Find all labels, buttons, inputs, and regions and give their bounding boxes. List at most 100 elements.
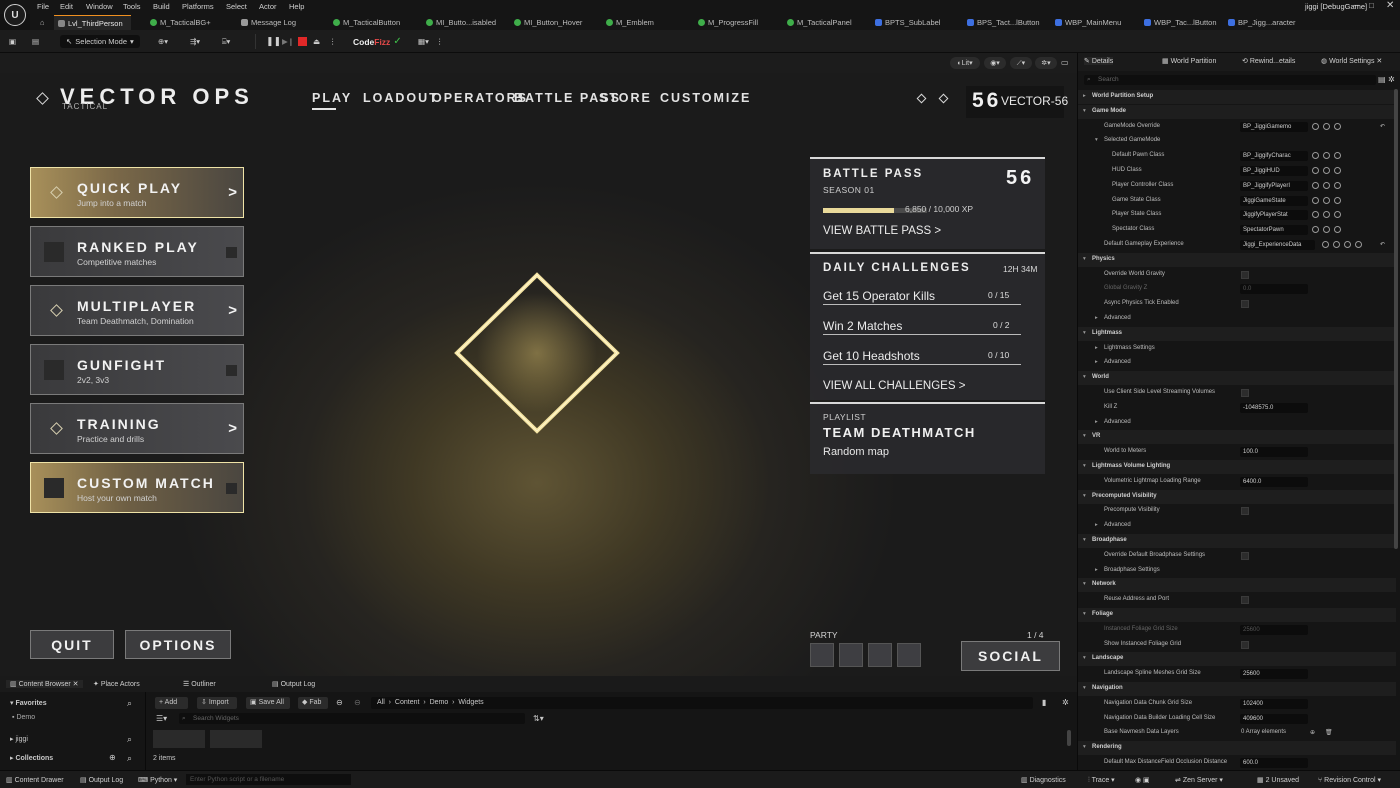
property-value-field[interactable]: 6400.0 xyxy=(1240,476,1308,487)
party-slot[interactable] xyxy=(810,643,834,667)
property-row[interactable]: Volumetric Lightmap Loading Range 6400.0 xyxy=(1078,475,1396,489)
property-row[interactable]: Override Default Broadphase Settings xyxy=(1078,549,1396,563)
asset-picker-icons[interactable] xyxy=(1312,211,1341,219)
add-element-icon[interactable]: ⊕ xyxy=(1310,729,1315,736)
level-viewport[interactable]: ◐ Lit ▾ ◉▾ ⟋▾ ✲▾ ▭ VECTOR OPS TACTICAL PLA… xyxy=(0,53,1077,676)
pause-icon[interactable]: ❚❚ xyxy=(266,35,281,48)
platforms-icon[interactable]: ▦▾ xyxy=(418,35,429,48)
chevron-right-icon[interactable]: ▸ xyxy=(1095,315,1098,321)
maximize-icon[interactable]: □ xyxy=(1369,1,1374,10)
property-row[interactable]: Override World Gravity xyxy=(1078,268,1396,282)
tab-message-log[interactable]: Message Log xyxy=(241,16,296,29)
property-value-field[interactable]: 0.0 xyxy=(1240,284,1308,295)
frame-skip-icon[interactable]: ▶❙ xyxy=(282,35,294,48)
property-category[interactable]: ▾ Rendering xyxy=(1078,741,1396,756)
asset-thumbnail[interactable] xyxy=(153,730,205,748)
browse-icon[interactable] xyxy=(1322,241,1329,248)
asset-picker-icons[interactable] xyxy=(1312,181,1341,189)
unsaved-button[interactable]: ▦ 2 Unsaved xyxy=(1257,776,1299,784)
chevron-down-icon[interactable]: ▾ xyxy=(1083,108,1086,114)
tab-asset[interactable]: M_TacticalPanel xyxy=(787,16,852,29)
tab-outliner[interactable]: ☰ Outliner xyxy=(183,680,216,688)
python-dropdown[interactable]: ⌨ Python ▾ xyxy=(138,776,177,784)
breadcrumb-item[interactable]: Widgets xyxy=(458,699,483,706)
settings-button[interactable]: ✲▾ xyxy=(1035,57,1057,69)
nav-store[interactable]: STORE xyxy=(599,91,652,105)
browse-icon[interactable] xyxy=(1355,241,1362,248)
options-button[interactable]: OPTIONS xyxy=(125,630,231,659)
property-category[interactable]: ▾ Game Mode xyxy=(1078,104,1396,119)
menu-platforms[interactable]: Platforms xyxy=(182,2,214,11)
breadcrumb-item[interactable]: Content xyxy=(395,699,420,706)
tab-asset[interactable]: M_TacticalButton xyxy=(333,16,400,29)
property-row[interactable]: Use Client Side Level Streaming Volumes xyxy=(1078,386,1396,400)
property-row[interactable]: World to Meters 100.0 xyxy=(1078,445,1396,459)
import-button[interactable]: ⇩ Import xyxy=(197,697,237,709)
tab-asset[interactable]: BPTS_SubLabel xyxy=(875,16,940,29)
multiplayer-button[interactable]: MULTIPLAYER Team Deathmatch, Domination … xyxy=(30,285,244,336)
view-battle-pass-link[interactable]: VIEW BATTLE PASS > xyxy=(823,225,941,237)
chevron-down-icon[interactable]: ▾ xyxy=(1083,374,1086,380)
chevron-down-icon[interactable]: ▾ xyxy=(1083,256,1086,262)
chevron-down-icon[interactable]: ▾ xyxy=(1083,581,1086,587)
property-value-field[interactable]: BP_JiggiHUD xyxy=(1240,166,1308,176)
cinematics-icon[interactable]: ⌸▾ xyxy=(222,35,230,48)
project-tree-jiggi[interactable]: ▸ jiggi xyxy=(10,735,28,743)
browse-icon[interactable] xyxy=(1334,181,1341,189)
browse-icon[interactable] xyxy=(1334,167,1341,174)
content-search-input[interactable]: ⌕ Search Widgets xyxy=(179,713,525,724)
browse-icon[interactable] xyxy=(1323,122,1330,130)
party-slot[interactable] xyxy=(897,643,921,667)
zen-server-button[interactable]: ⇌ Zen Server ▾ xyxy=(1175,776,1223,784)
property-value-field[interactable]: 600.0 xyxy=(1240,758,1308,768)
property-row[interactable]: Instanced Foliage Grid Size 25600 xyxy=(1078,623,1396,637)
property-row[interactable]: ▸ Advanced xyxy=(1078,416,1396,430)
browse-icon[interactable] xyxy=(1312,196,1319,204)
property-category[interactable]: ▾ VR xyxy=(1078,430,1396,445)
view-mode-button[interactable]: ◐ Lit ▾ xyxy=(950,57,980,69)
save-all-button[interactable]: ▣ Save All xyxy=(246,697,290,709)
browse-icon[interactable] xyxy=(1312,122,1319,130)
property-row[interactable]: Navigation Data Chunk Grid Size 102400 xyxy=(1078,697,1396,711)
social-button[interactable]: SOCIAL xyxy=(961,641,1060,671)
asset-thumbnail[interactable] xyxy=(210,730,262,748)
chevron-down-icon[interactable]: ▾ xyxy=(1083,744,1086,750)
trash-icon[interactable]: 🗑 xyxy=(1325,729,1333,736)
breadcrumb-item[interactable]: Demo xyxy=(430,699,449,706)
property-value-field[interactable]: BP_JiggiGamemo xyxy=(1240,121,1308,132)
add-collection-icon[interactable]: ⊕ xyxy=(109,753,116,762)
quick-play-button[interactable]: QUICK PLAY Jump into a match > xyxy=(30,167,244,218)
property-checkbox[interactable] xyxy=(1241,270,1249,279)
menu-build[interactable]: Build xyxy=(153,2,170,11)
nav-loadout[interactable]: LOADOUT xyxy=(363,91,439,105)
content-drawer-button[interactable]: ▥ Content Drawer xyxy=(6,776,64,784)
property-category[interactable]: ▾ Broadphase xyxy=(1078,534,1396,548)
chevron-down-icon[interactable]: ▾ xyxy=(1083,493,1086,499)
stop-icon[interactable] xyxy=(298,37,307,46)
property-value-field[interactable]: Jiggi_ExperienceData xyxy=(1240,240,1315,250)
tab-level[interactable]: Lvl_ThirdPerson xyxy=(54,15,131,30)
property-checkbox[interactable] xyxy=(1241,640,1249,649)
close-window-icon[interactable]: ✕ xyxy=(1386,0,1394,11)
menu-select[interactable]: Select xyxy=(226,2,247,11)
maximize-viewport-icon[interactable]: ▭ xyxy=(1061,58,1069,67)
tab-asset[interactable]: MI_Butto...isabled xyxy=(426,16,496,29)
property-row[interactable]: Default Max DistanceField Occlusion Dist… xyxy=(1078,756,1396,770)
add-button[interactable]: + Add xyxy=(155,697,188,709)
history-forward-icon[interactable]: ⊖ xyxy=(354,698,361,707)
chevron-down-icon[interactable]: ▾ xyxy=(1095,137,1098,143)
tab-asset[interactable]: M_TacticalBG+ xyxy=(150,16,211,29)
breadcrumb-item[interactable]: All xyxy=(377,699,385,706)
tab-asset[interactable]: MI_Button_Hover xyxy=(514,16,582,29)
property-row[interactable]: Kill Z -1048575.0 xyxy=(1078,401,1396,415)
ranked-play-button[interactable]: RANKED PLAY Competitive matches xyxy=(30,226,244,277)
unreal-logo-icon[interactable]: U xyxy=(4,4,26,26)
property-row[interactable]: ▸ Advanced xyxy=(1078,312,1396,326)
tab-world-settings[interactable]: ◍ World Settings ✕ xyxy=(1321,57,1382,65)
chevron-down-icon[interactable]: ▾ xyxy=(1083,611,1086,617)
browse-icon[interactable] xyxy=(1312,211,1319,219)
property-row[interactable]: Reuse Address and Port xyxy=(1078,593,1396,607)
browse-icon[interactable] xyxy=(1334,211,1341,219)
custom-match-button[interactable]: CUSTOM MATCH Host your own match xyxy=(30,462,244,513)
chevron-down-icon[interactable]: ▾ xyxy=(1083,330,1086,336)
